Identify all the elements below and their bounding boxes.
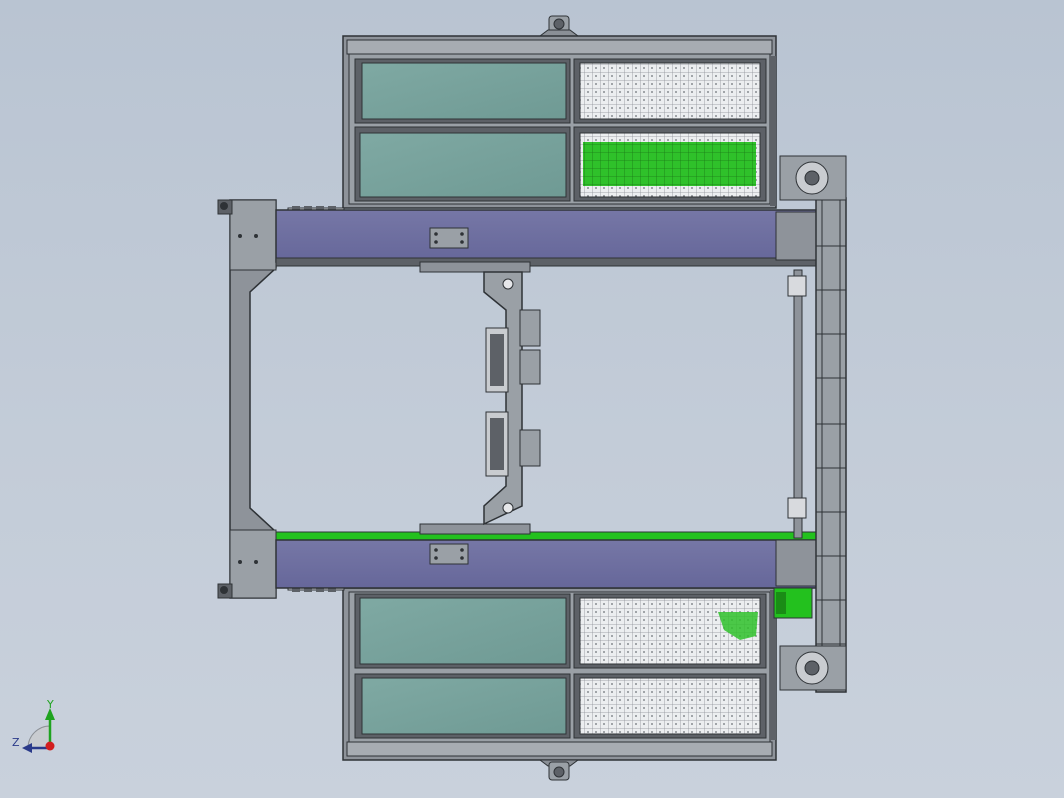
cad-viewport[interactable]: Y Z xyxy=(0,0,1064,798)
bottom-guard-enclosure[interactable] xyxy=(342,587,777,781)
z-axis-label: Z xyxy=(12,736,20,749)
y-axis-label: Y xyxy=(47,698,54,711)
left-support-frame[interactable] xyxy=(217,199,277,599)
vertical-shaft xyxy=(787,269,807,539)
lower-right-bearing xyxy=(779,645,847,691)
lower-conveyor-beam[interactable] xyxy=(275,531,817,589)
green-drive-motor[interactable] xyxy=(773,587,813,619)
origin-marker xyxy=(45,741,55,751)
green-highlight-region xyxy=(583,142,756,186)
center-carriage[interactable] xyxy=(419,261,541,535)
top-guard-enclosure[interactable] xyxy=(342,15,777,209)
upper-conveyor-beam[interactable] xyxy=(275,209,817,267)
upper-right-bearing xyxy=(779,155,847,201)
machine-drawing xyxy=(22,15,847,781)
axis-triad xyxy=(22,708,55,753)
right-ladder-rail[interactable] xyxy=(815,197,847,693)
